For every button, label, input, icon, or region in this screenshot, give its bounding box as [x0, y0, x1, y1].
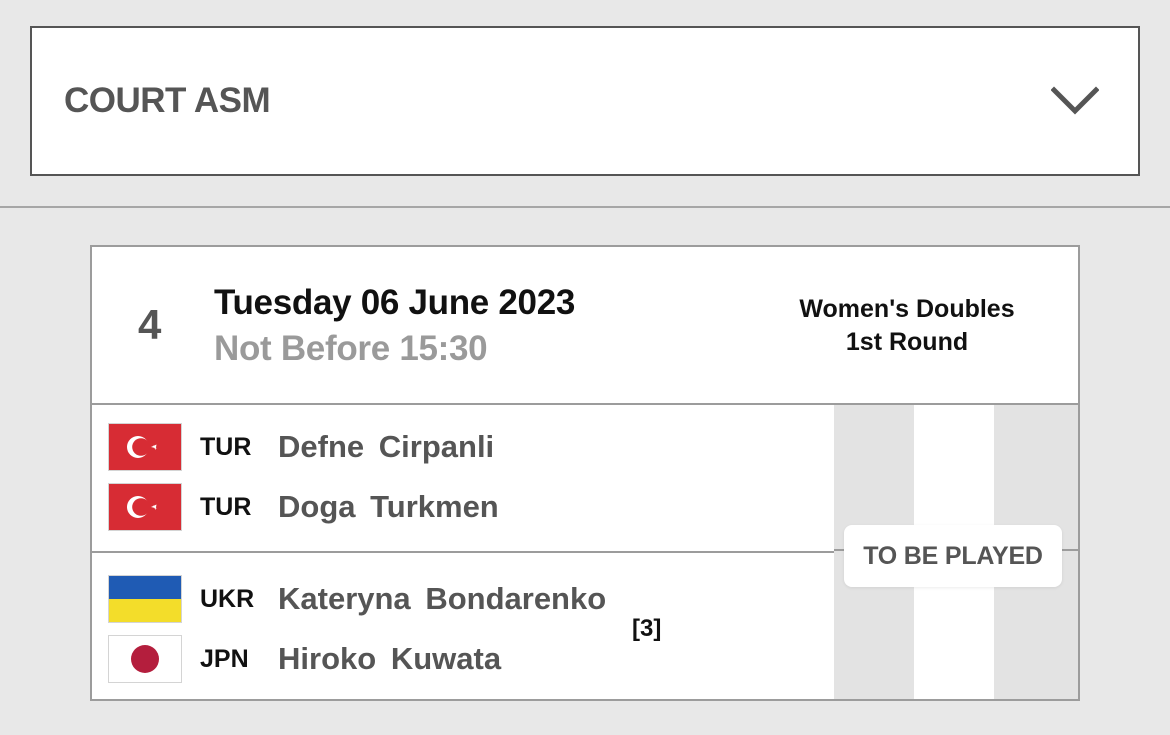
- team-1: TUR Defne Cirpanli TUR Doga Turkmen: [92, 405, 834, 551]
- player-name[interactable]: Defne Cirpanli: [278, 429, 494, 465]
- turkey-flag-icon: [108, 423, 182, 471]
- player-row[interactable]: UKR Kateryna Bondarenko: [108, 573, 606, 625]
- ukraine-flag-icon: [108, 575, 182, 623]
- country-code: TUR: [200, 432, 252, 461]
- match-status-badge: TO BE PLAYED: [844, 525, 1062, 587]
- event-info: Women's Doubles 1st Round: [782, 293, 1032, 359]
- seed-badge: [3]: [632, 615, 662, 642]
- section-divider: [0, 206, 1170, 208]
- event-name: Women's Doubles: [799, 295, 1015, 323]
- court-select-dropdown[interactable]: COURT ASM: [30, 26, 1140, 176]
- country-code: UKR: [200, 584, 255, 613]
- player-name[interactable]: Doga Turkmen: [278, 489, 499, 525]
- match-time: Not Before 15:30: [214, 329, 488, 368]
- chevron-down-icon[interactable]: [1050, 81, 1100, 121]
- match-date: Tuesday 06 June 2023: [214, 283, 576, 322]
- japan-flag-icon: [108, 635, 182, 683]
- player-row[interactable]: TUR Defne Cirpanli: [108, 421, 494, 473]
- players-section: TUR Defne Cirpanli TUR Doga Turkmen UKR …: [92, 405, 834, 699]
- player-row[interactable]: JPN Hiroko Kuwata: [108, 633, 501, 685]
- player-row[interactable]: TUR Doga Turkmen: [108, 481, 499, 533]
- event-round: 1st Round: [845, 328, 969, 356]
- team-2: UKR Kateryna Bondarenko JPN Hiroko Kuwat…: [92, 551, 834, 698]
- turkey-flag-icon: [108, 483, 182, 531]
- country-code: TUR: [200, 492, 252, 521]
- country-code: JPN: [200, 644, 249, 673]
- match-card[interactable]: 4 Tuesday 06 June 2023 Not Before 15:30 …: [90, 245, 1080, 701]
- match-header: 4 Tuesday 06 June 2023 Not Before 15:30 …: [92, 247, 1078, 405]
- match-number: 4: [138, 301, 162, 348]
- player-name[interactable]: Kateryna Bondarenko: [278, 581, 606, 617]
- court-select-label: COURT ASM: [64, 81, 271, 120]
- player-name[interactable]: Hiroko Kuwata: [278, 641, 501, 677]
